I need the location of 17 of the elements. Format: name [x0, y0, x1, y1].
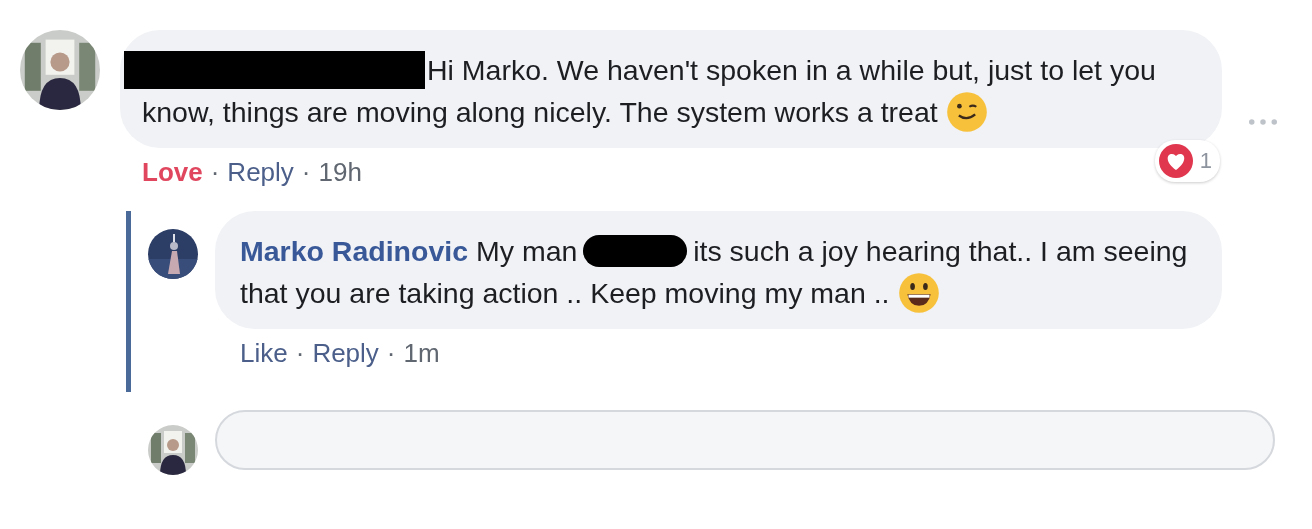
reply-link[interactable]: Reply — [312, 338, 379, 368]
reply-text: Marko Radinovic My man its such a joy hearing that.. I am seeing that you are taking action .. Keep moving my man .. — [240, 230, 1196, 314]
separator-dot: · — [301, 157, 311, 187]
author-link[interactable]: Marko Radinovic — [240, 235, 469, 267]
love-link[interactable]: Love — [142, 157, 203, 187]
grin-emoji-icon — [897, 272, 940, 314]
separator-dot: · — [386, 338, 396, 368]
timestamp: 1m — [403, 338, 440, 368]
reply-link[interactable]: Reply — [227, 157, 294, 187]
more-options-icon — [1248, 118, 1278, 126]
separator-dot: · — [210, 157, 220, 187]
separator-dot: · — [295, 338, 305, 368]
reaction-count: 1 — [1199, 147, 1212, 175]
comment-text: Hi Marko. We haven't spoken in a while but, just to let you know, things are moving along nicely. The system works a treat — [142, 49, 1196, 133]
wink-emoji-icon — [945, 91, 988, 133]
timestamp: 19h — [318, 157, 362, 187]
like-link[interactable]: Like — [240, 338, 288, 368]
